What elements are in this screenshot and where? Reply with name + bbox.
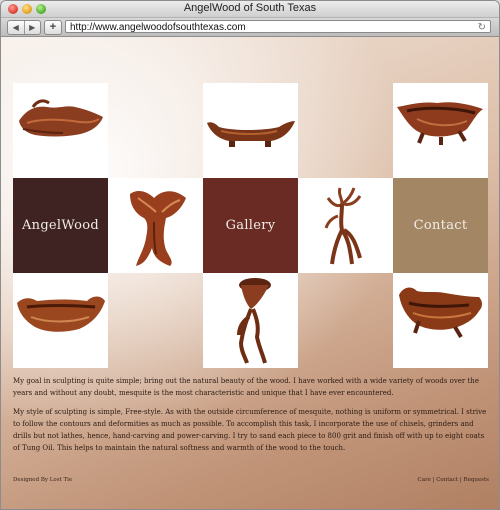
browser-window: AngelWood of South Texas ◀ ▶ + http://ww… bbox=[0, 0, 500, 510]
branch-figure-image bbox=[324, 187, 362, 265]
stand-sculpture-image bbox=[237, 278, 271, 364]
wide-bowl-image bbox=[17, 296, 105, 332]
back-button[interactable]: ◀ bbox=[8, 21, 24, 34]
history-nav: ◀ ▶ bbox=[7, 20, 41, 35]
sculpture-photo-8[interactable] bbox=[393, 273, 488, 368]
footer-links: Care | Contact | Requests bbox=[417, 477, 489, 483]
sculpture-photo-5[interactable] bbox=[298, 178, 393, 273]
about-paragraph-1: My goal in sculpting is quite simple; br… bbox=[13, 377, 479, 397]
nav-contact[interactable]: Contact bbox=[393, 178, 488, 273]
tulip-vase-image bbox=[130, 191, 186, 266]
carved-creature-image bbox=[399, 287, 482, 339]
footer-link-care[interactable]: Care bbox=[417, 477, 430, 483]
root-bowl-image bbox=[397, 102, 483, 145]
footer-link-requests[interactable]: Requests bbox=[463, 477, 489, 483]
window-title: AngelWood of South Texas bbox=[183, 2, 317, 14]
address-bar[interactable]: http://www.angelwoodofsouthtexas.com ↻ bbox=[65, 20, 491, 33]
nav-gallery[interactable]: Gallery bbox=[203, 178, 298, 273]
add-bookmark-button[interactable]: + bbox=[44, 20, 62, 35]
forward-arrow-icon: ▶ bbox=[29, 23, 36, 32]
sculpture-photo-2[interactable] bbox=[203, 83, 298, 178]
title-bar: AngelWood of South Texas bbox=[1, 1, 499, 18]
sculpture-photo-6[interactable] bbox=[13, 273, 108, 368]
about-paragraph-2: My style of sculpting is simple, Free-st… bbox=[13, 408, 487, 452]
footer-credit: Designed By Lost Tie bbox=[13, 477, 73, 483]
carved-bowl-image bbox=[19, 99, 103, 137]
footer-link-contact[interactable]: Contact bbox=[436, 477, 458, 483]
sculpture-photo-3[interactable] bbox=[393, 83, 488, 178]
web-page: AngelWood Gallery Contact My goal in scu… bbox=[1, 37, 499, 509]
sculpture-photo-7[interactable] bbox=[203, 273, 298, 368]
about-text: My goal in sculpting is quite simple; br… bbox=[13, 375, 489, 461]
reload-icon[interactable]: ↻ bbox=[478, 21, 486, 34]
sculpture-photo-1[interactable] bbox=[13, 83, 108, 178]
boat-bowl-image bbox=[207, 121, 295, 147]
back-arrow-icon: ◀ bbox=[12, 23, 19, 32]
nav-angelwood[interactable]: AngelWood bbox=[13, 178, 108, 273]
sculpture-photo-4[interactable] bbox=[108, 178, 203, 273]
browser-toolbar: ◀ ▶ + http://www.angelwoodofsouthtexas.c… bbox=[1, 18, 499, 37]
forward-button[interactable]: ▶ bbox=[23, 21, 41, 34]
url-text: http://www.angelwoodofsouthtexas.com bbox=[70, 22, 246, 33]
